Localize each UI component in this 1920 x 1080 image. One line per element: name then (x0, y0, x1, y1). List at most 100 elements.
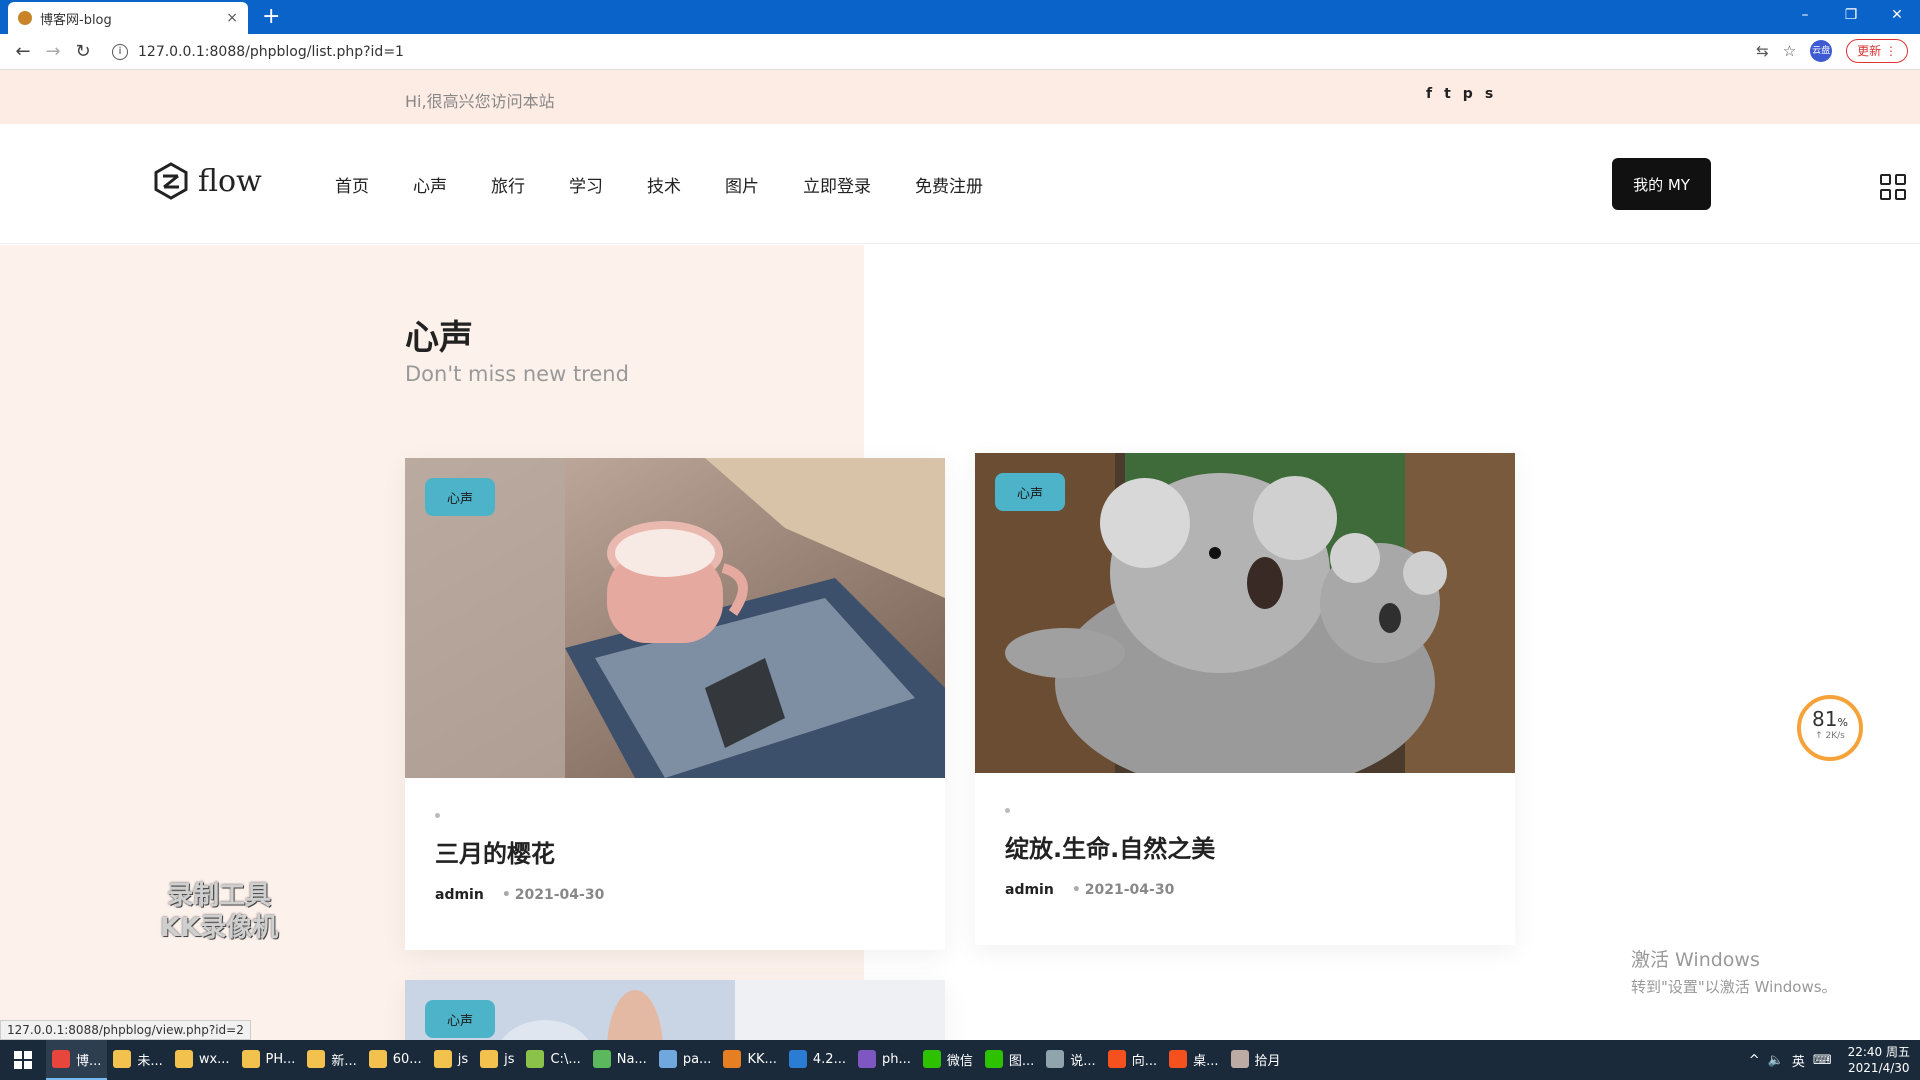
taskbar-item[interactable]: Na... (587, 1040, 653, 1080)
app-icon (113, 1050, 132, 1068)
my-account-button[interactable]: 我的 MY (1612, 158, 1711, 210)
nav-travel[interactable]: 旅行 (491, 172, 525, 197)
app-icon (1046, 1050, 1065, 1068)
taskbar-item-label: 4.2... (812, 1051, 846, 1067)
browser-tab[interactable]: 博客网-blog × (8, 2, 248, 34)
taskbar-item[interactable]: 拾月 (1225, 1040, 1287, 1080)
taskbar-item[interactable]: wx... (169, 1040, 236, 1080)
back-arrow-icon[interactable]: ← (8, 41, 38, 62)
profile-avatar[interactable]: 云盘 (1810, 40, 1833, 62)
twitter-icon[interactable]: t (1444, 86, 1451, 102)
taskbar-item-label: pa... (682, 1051, 712, 1067)
close-window-button[interactable]: ✕ (1874, 0, 1920, 30)
tray-chevron-icon[interactable]: ^ (1749, 1053, 1760, 1068)
browser-titlebar: 博客网-blog × + – ❐ ✕ (0, 0, 1920, 34)
app-icon (433, 1050, 452, 1068)
taskbar-item-label: C:\... (550, 1051, 581, 1067)
restore-button[interactable]: ❐ (1828, 0, 1874, 30)
taskbar-item[interactable]: js (428, 1040, 474, 1080)
speed-unit: % (1837, 716, 1848, 729)
taskbar-item[interactable]: js (474, 1040, 520, 1080)
post-author[interactable]: admin (435, 887, 484, 903)
nav-register[interactable]: 免费注册 (915, 172, 983, 197)
site-header: flow 首页 心声 旅行 学习 技术 图片 立即登录 免费注册 我的 MY (0, 124, 1920, 244)
grid-menu-icon[interactable] (1880, 174, 1906, 200)
app-icon (658, 1050, 677, 1068)
post-card[interactable]: 心声 三月的樱花 admin 2021-04-30 (405, 458, 945, 950)
reload-icon[interactable]: ↻ (68, 41, 98, 62)
app-icon (857, 1050, 876, 1068)
taskbar-item[interactable]: 图... (979, 1040, 1040, 1080)
forward-arrow-icon[interactable]: → (38, 41, 68, 62)
taskbar-item-label: js (504, 1051, 515, 1067)
nav-voice[interactable]: 心声 (413, 172, 447, 197)
taskbar-item[interactable]: pa... (653, 1040, 718, 1080)
site-info-icon[interactable]: i (112, 44, 128, 60)
taskbar-item[interactable]: PH... (236, 1040, 302, 1080)
taskbar-item-label: KK... (747, 1051, 777, 1067)
post-title[interactable]: 三月的樱花 (435, 834, 555, 869)
category-tag[interactable]: 心声 (425, 478, 495, 516)
app-icon (52, 1050, 70, 1068)
address-bar[interactable]: i 127.0.0.1:8088/phpblog/list.php?id=1 (112, 39, 1752, 65)
clock[interactable]: 22:40 周五 2021/4/30 (1848, 1044, 1910, 1076)
post-card[interactable]: 心声 (405, 980, 945, 1040)
clock-date: 2021/4/30 (1848, 1061, 1910, 1075)
taskbar-item[interactable]: 微信 (917, 1040, 979, 1080)
taskbar-item[interactable]: 博... (46, 1040, 108, 1080)
taskbar-item[interactable]: 向... (1102, 1040, 1163, 1080)
taskbar-item[interactable]: C:\... (520, 1040, 586, 1080)
pinterest-icon[interactable]: p (1463, 86, 1473, 102)
app-icon (1107, 1050, 1126, 1068)
nav-login[interactable]: 立即登录 (803, 172, 871, 197)
post-date: 2021-04-30 (502, 887, 605, 903)
taskbar-item-label: PH... (265, 1051, 296, 1067)
taskbar-item[interactable]: KK... (717, 1040, 782, 1080)
volume-icon[interactable]: 🔈 (1768, 1053, 1784, 1068)
nav-home[interactable]: 首页 (335, 172, 369, 197)
taskbar-item[interactable]: 未... (107, 1040, 168, 1080)
app-icon (788, 1050, 807, 1068)
post-author[interactable]: admin (1005, 882, 1054, 898)
app-icon (307, 1050, 326, 1068)
ime-indicator[interactable]: 英 (1792, 1051, 1805, 1070)
tab-close-icon[interactable]: × (226, 10, 238, 26)
taskbar-item[interactable]: 60... (363, 1040, 428, 1080)
taskbar-item[interactable]: 新... (301, 1040, 362, 1080)
bullet-dot (435, 813, 440, 818)
category-tag[interactable]: 心声 (995, 473, 1065, 511)
post-card[interactable]: 心声 绽放.生命.自然之美 admin 2021-04-30 (975, 453, 1515, 945)
category-tag[interactable]: 心声 (425, 1000, 495, 1038)
facebook-icon[interactable]: f (1426, 86, 1432, 102)
taskbar-items: 博... 未... wx... PH... 新... 60... js js C:\... Na.… (46, 1040, 1287, 1080)
skype-icon[interactable]: s (1485, 86, 1493, 102)
minimize-button[interactable]: – (1782, 0, 1828, 30)
nav-tech[interactable]: 技术 (647, 172, 681, 197)
app-icon (723, 1050, 742, 1068)
network-speed-widget[interactable]: 81% ↑ 2K/s (1797, 695, 1863, 761)
site-logo[interactable]: flow (152, 162, 262, 200)
logo-mark-icon (154, 162, 188, 200)
keyboard-icon[interactable]: ⌨ (1813, 1053, 1832, 1068)
taskbar-item[interactable]: 4.2... (783, 1040, 852, 1080)
post-title[interactable]: 绽放.生命.自然之美 (1005, 829, 1215, 864)
update-button[interactable]: 更新 ⋮ (1846, 39, 1908, 63)
nav-study[interactable]: 学习 (569, 172, 603, 197)
taskbar-item-label: 60... (392, 1051, 422, 1067)
logo-text: flow (198, 163, 262, 199)
taskbar-item[interactable]: ph... (852, 1040, 917, 1080)
start-button[interactable] (0, 1040, 46, 1080)
new-tab-button[interactable]: + (262, 4, 280, 30)
taskbar-item-label: 图... (1008, 1053, 1035, 1069)
nav-pictures[interactable]: 图片 (725, 172, 759, 197)
taskbar-item[interactable]: 说... (1040, 1040, 1101, 1080)
app-icon (984, 1050, 1003, 1068)
translate-icon[interactable]: ⇆ (1756, 42, 1769, 60)
post-date: 2021-04-30 (1072, 882, 1175, 898)
main-nav: 首页 心声 旅行 学习 技术 图片 立即登录 免费注册 (335, 172, 1027, 197)
taskbar-item-label: 微信 (946, 1053, 973, 1069)
taskbar-item-label: 说... (1070, 1053, 1096, 1069)
url-text[interactable]: 127.0.0.1:8088/phpblog/list.php?id=1 (138, 44, 404, 60)
taskbar-item[interactable]: 桌... (1163, 1040, 1224, 1080)
bookmark-star-icon[interactable]: ☆ (1783, 42, 1796, 60)
